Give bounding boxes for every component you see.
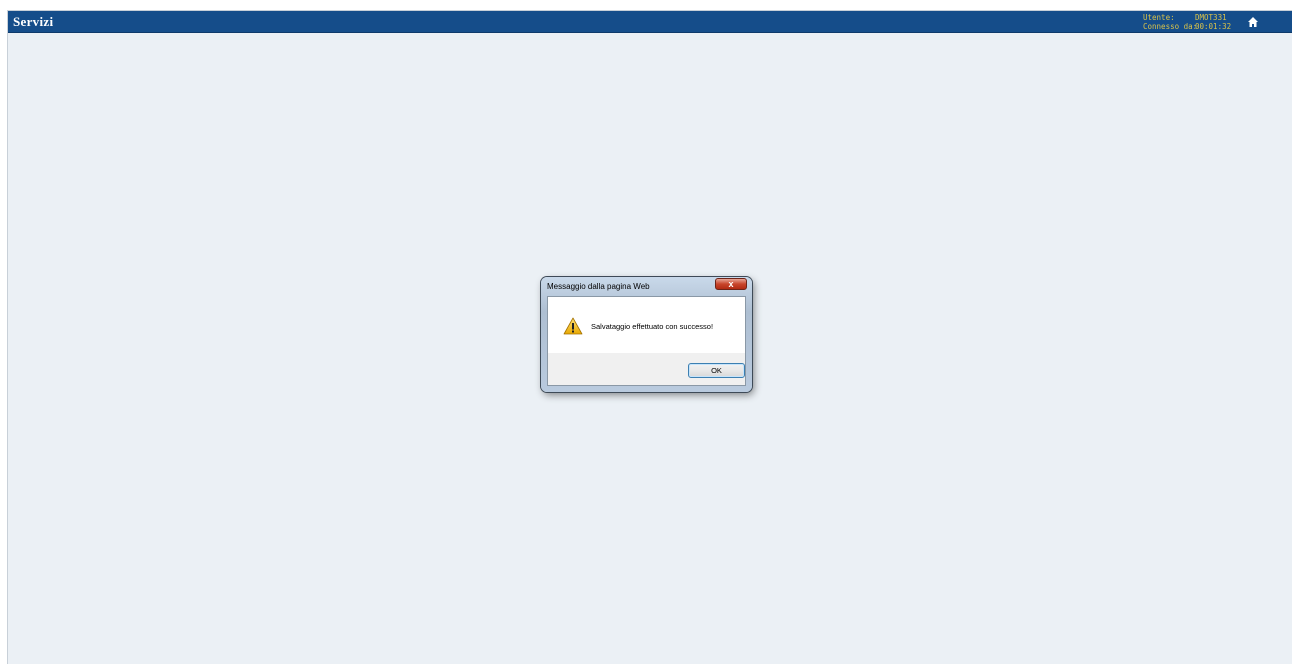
connected-row: Connesso da:00:01:32 [1143, 22, 1231, 31]
close-button[interactable]: x [715, 278, 747, 290]
connected-value: 00:01:32 [1195, 22, 1232, 31]
user-row: Utente: DMOT331 [1143, 13, 1231, 22]
warning-icon [563, 317, 583, 335]
message-area: Salvataggio effettuato con successo! [548, 297, 745, 353]
user-value: DMOT331 [1195, 13, 1227, 22]
home-icon[interactable] [1247, 15, 1259, 27]
user-label: Utente: [1143, 13, 1175, 22]
ok-button[interactable]: OK [688, 363, 745, 378]
close-icon: x [728, 279, 734, 289]
session-info: Utente: DMOT331 Connesso da:00:01:32 [1143, 13, 1231, 31]
dialog-body: Salvataggio effettuato con successo! OK [547, 296, 746, 386]
page-title: Servizi [13, 14, 54, 29]
top-bar: Servizi Utente: DMOT331 Connesso da:00:01… [8, 11, 1292, 33]
message-dialog: Messaggio dalla pagina Web x Salvataggio… [541, 277, 752, 392]
dialog-message: Salvataggio effettuato con successo! [591, 322, 714, 331]
dialog-title: Messaggio dalla pagina Web [547, 282, 650, 291]
connected-label: Connesso da: [1143, 22, 1198, 31]
